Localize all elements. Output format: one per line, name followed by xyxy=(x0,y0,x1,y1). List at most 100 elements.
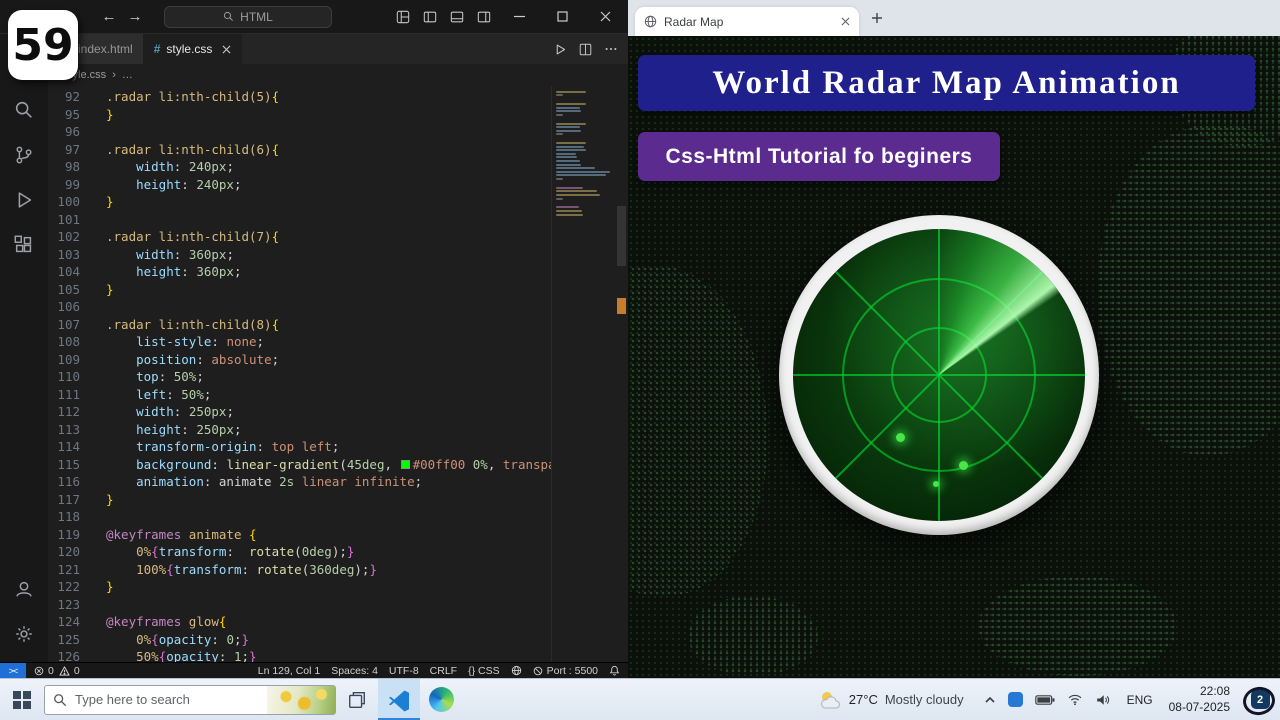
search-highlight-image[interactable] xyxy=(267,685,335,714)
remote-indicator[interactable]: >< xyxy=(0,663,26,678)
notification-center[interactable]: 2 xyxy=(1240,679,1280,720)
browser-window: Radar Map World Radar Map Animation Css-… xyxy=(628,0,1280,678)
code-line[interactable]: 115 background: linear-gradient(45deg, #… xyxy=(48,456,551,474)
layout-grid-icon[interactable] xyxy=(396,10,410,24)
code-line[interactable]: 108 list-style: none; xyxy=(48,333,551,351)
code-line[interactable]: 97 .radar li:nth-child(6){ xyxy=(48,141,551,159)
code-lines[interactable]: 92 .radar li:nth-child(5){95} 96 97 .radar l… xyxy=(48,88,551,662)
browser-preview-icon[interactable] xyxy=(511,665,522,676)
run-debug-icon[interactable] xyxy=(0,177,48,222)
indent-setting[interactable]: Spaces: 4 xyxy=(331,665,378,677)
minimap[interactable] xyxy=(551,86,614,662)
code-line[interactable]: 102 .radar li:nth-child(7){ xyxy=(48,228,551,246)
clock-widget[interactable]: 22:08 08-07-2025 xyxy=(1159,684,1240,715)
tab-close-icon[interactable] xyxy=(841,17,850,26)
live-server-port[interactable]: Port : 5500 xyxy=(533,665,598,677)
line-number: 101 xyxy=(57,211,80,227)
maximize-button[interactable] xyxy=(547,11,577,22)
code-editor[interactable]: 92 .radar li:nth-child(5){95} 96 97 .radar l… xyxy=(48,86,628,662)
vscode-taskbar-button[interactable] xyxy=(378,679,420,720)
language-indicator[interactable]: ENG xyxy=(1121,693,1159,707)
weather-temp: 27°C xyxy=(848,692,878,707)
command-search-box[interactable]: HTML xyxy=(164,5,332,28)
code-line[interactable]: 120 0%{transform: rotate(0deg);} xyxy=(48,543,551,561)
line-number: 121 xyxy=(57,561,80,577)
radar-sweep xyxy=(793,229,1085,521)
activity-bar xyxy=(0,34,48,662)
language-mode[interactable]: {} CSS xyxy=(468,665,500,677)
new-tab-button[interactable] xyxy=(863,4,891,32)
code-line[interactable]: 99 height: 240px; xyxy=(48,176,551,194)
windows-logo-icon xyxy=(13,690,31,709)
overview-ruler[interactable] xyxy=(614,86,628,662)
taskbar-search[interactable]: Type here to search xyxy=(44,684,336,715)
run-preview-icon[interactable] xyxy=(554,43,567,56)
code-line[interactable]: 105} xyxy=(48,281,551,299)
code-line[interactable]: 109 position: absolute; xyxy=(48,351,551,369)
network-wifi-icon[interactable] xyxy=(1067,693,1083,706)
line-number: 104 xyxy=(57,264,80,279)
toggle-secondary-sidebar-icon[interactable] xyxy=(477,10,491,24)
battery-icon[interactable] xyxy=(1034,694,1055,706)
code-line[interactable]: 114 transform-origin: top left; xyxy=(48,438,551,456)
split-editor-icon[interactable] xyxy=(579,43,592,56)
code-line[interactable]: 103 width: 360px; xyxy=(48,246,551,264)
extensions-icon[interactable] xyxy=(0,222,48,267)
code-line[interactable]: 118 xyxy=(48,508,551,526)
search-sidebar-icon[interactable] xyxy=(0,87,48,132)
code-line[interactable]: 111 left: 50%; xyxy=(48,386,551,404)
code-line[interactable]: 113 height: 250px; xyxy=(48,421,551,439)
onedrive-icon[interactable] xyxy=(1007,692,1023,707)
forward-arrow-icon[interactable]: → xyxy=(122,8,148,25)
code-line[interactable]: 107 .radar li:nth-child(8){ xyxy=(48,316,551,334)
code-line[interactable]: 124 @keyframes glow{ xyxy=(48,613,551,631)
encoding-setting[interactable]: UTF-8 xyxy=(389,665,419,677)
code-line[interactable]: 116 animation: animate 2s linear infinit… xyxy=(48,473,551,491)
cursor-position[interactable]: Ln 129, Col 1 xyxy=(258,665,320,677)
source-control-icon[interactable] xyxy=(0,132,48,177)
more-actions-icon[interactable] xyxy=(604,42,618,56)
hidden-icons-chevron[interactable] xyxy=(984,694,996,706)
notifications-bell-icon[interactable] xyxy=(609,665,620,676)
code-line[interactable]: 123 xyxy=(48,596,551,614)
port-label: Port : 5500 xyxy=(546,664,598,677)
code-line[interactable]: 98 width: 240px; xyxy=(48,158,551,176)
code-line[interactable]: 106 xyxy=(48,298,551,316)
warnings-indicator[interactable]: 0 xyxy=(59,665,80,677)
errors-indicator[interactable]: 0 xyxy=(34,665,54,677)
minimize-button[interactable] xyxy=(504,11,534,22)
code-line[interactable]: 104 height: 360px; xyxy=(48,263,551,281)
code-line[interactable]: 117} xyxy=(48,491,551,509)
code-line[interactable]: 92 .radar li:nth-child(5){ xyxy=(48,88,551,106)
toggle-sidebar-icon[interactable] xyxy=(423,10,437,24)
code-line[interactable]: 100} xyxy=(48,193,551,211)
code-line[interactable]: 112 width: 250px; xyxy=(48,403,551,421)
code-line[interactable]: 119 @keyframes animate { xyxy=(48,526,551,544)
eol-setting[interactable]: CRLF xyxy=(430,665,457,677)
back-arrow-icon[interactable]: ← xyxy=(96,8,122,25)
task-view-button[interactable] xyxy=(336,679,378,720)
browser-tab[interactable]: Radar Map xyxy=(635,7,859,36)
code-line[interactable]: 95} xyxy=(48,106,551,124)
code-line[interactable]: 126 50%{opacity: 1;} xyxy=(48,648,551,662)
editor-tabbar: <> index.html # style.css xyxy=(48,34,628,64)
code-line[interactable]: 121 100%{transform: rotate(360deg);} xyxy=(48,561,551,579)
code-line[interactable]: 101 xyxy=(48,211,551,229)
code-line[interactable]: 110 top: 50%; xyxy=(48,368,551,386)
tab-close-icon[interactable] xyxy=(222,45,231,54)
start-button[interactable] xyxy=(0,679,44,720)
weather-widget[interactable]: 27°C Mostly cloudy xyxy=(808,689,974,711)
account-icon[interactable] xyxy=(0,566,48,611)
toggle-panel-icon[interactable] xyxy=(450,10,464,24)
code-line[interactable]: 125 0%{opacity: 0;} xyxy=(48,631,551,649)
settings-gear-icon[interactable] xyxy=(0,611,48,656)
volume-icon[interactable] xyxy=(1095,693,1111,707)
close-button[interactable] xyxy=(590,11,620,22)
edge-taskbar-button[interactable] xyxy=(420,679,462,720)
code-line[interactable]: 122} xyxy=(48,578,551,596)
line-number: 119 xyxy=(57,526,80,542)
breadcrumb[interactable]: style.css › … xyxy=(48,64,628,86)
scrollbar-thumb[interactable] xyxy=(617,206,626,266)
code-line[interactable]: 96 xyxy=(48,123,551,141)
tab-style-css[interactable]: # style.css xyxy=(143,34,243,64)
